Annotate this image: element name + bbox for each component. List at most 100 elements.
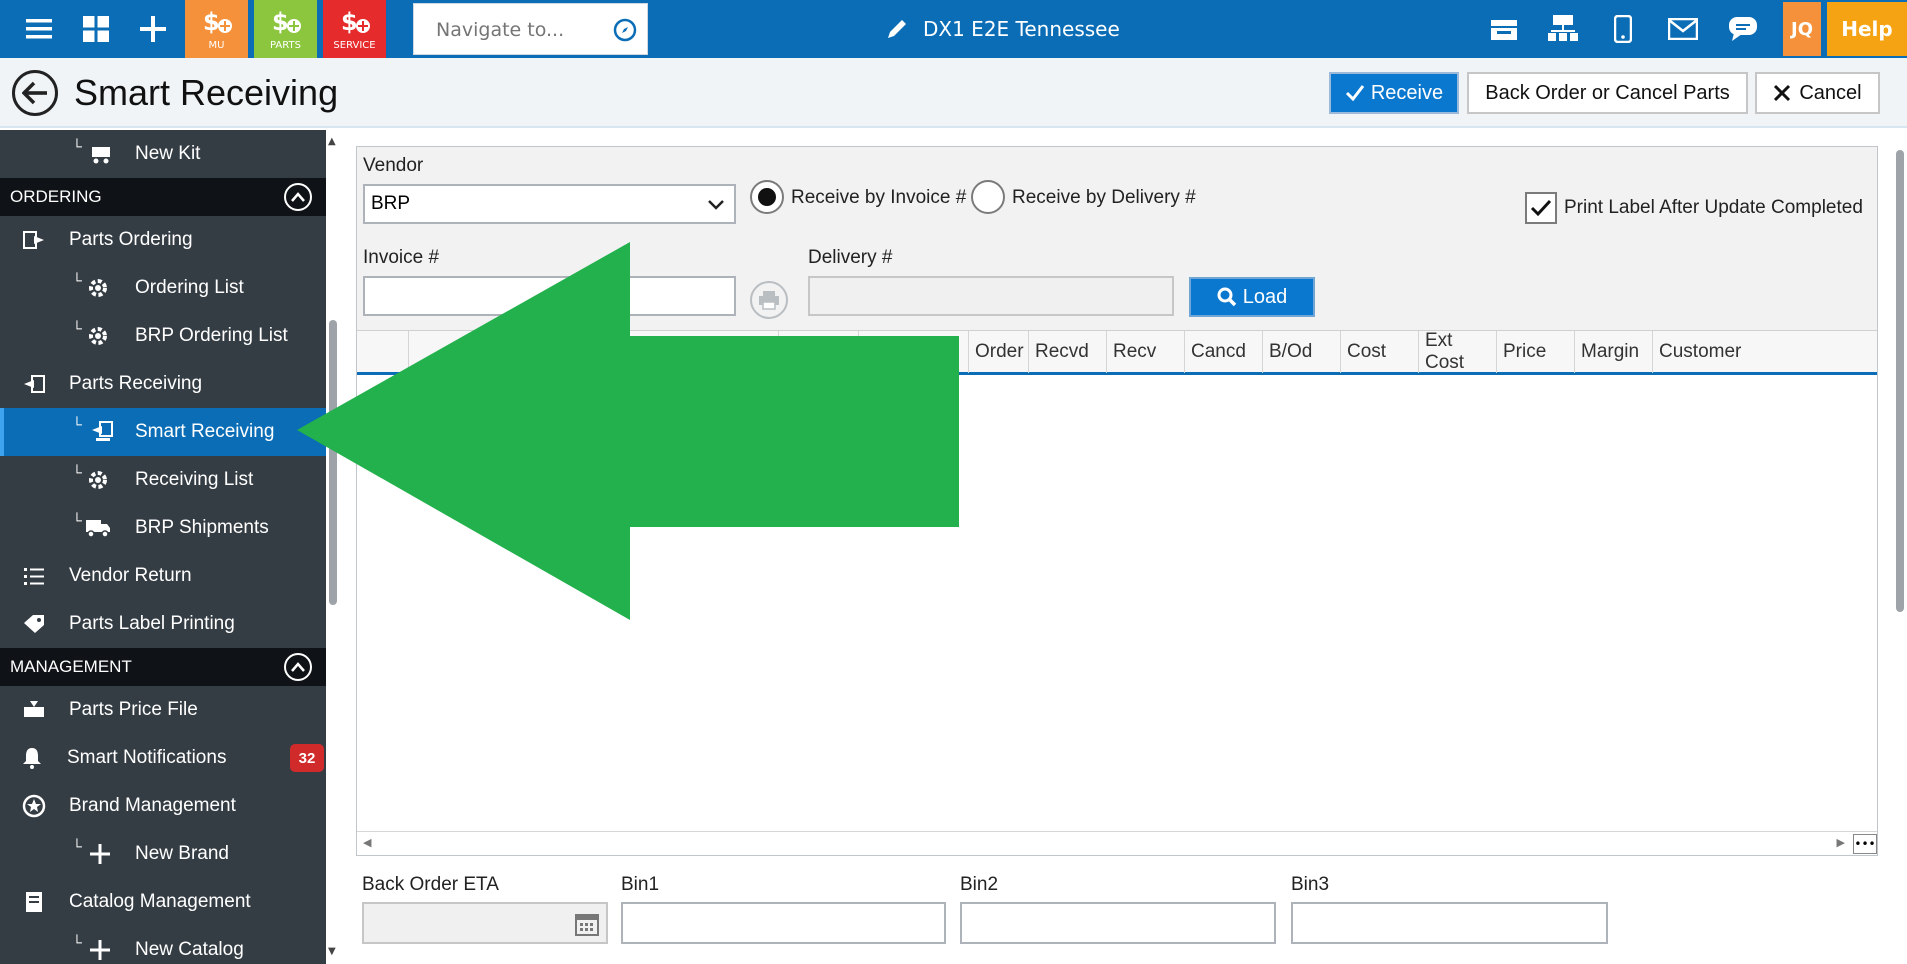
- chevron-up-icon[interactable]: [284, 183, 312, 211]
- back-order-eta-input[interactable]: [362, 902, 608, 944]
- bin2-input[interactable]: [960, 902, 1276, 944]
- column-header-order[interactable]: Order: [968, 331, 1028, 373]
- store-name: DX1 E2E Tennessee: [923, 17, 1120, 41]
- bin3-input[interactable]: [1291, 902, 1608, 944]
- kit-cart-icon: [88, 140, 116, 168]
- navigate-search[interactable]: [413, 3, 648, 55]
- compass-icon[interactable]: [613, 18, 637, 42]
- mobile-phone-icon[interactable]: [1593, 0, 1653, 58]
- cancel-button[interactable]: Cancel: [1755, 72, 1880, 114]
- check-icon: [1345, 85, 1365, 102]
- column-header-ext-cost[interactable]: Ext Cost: [1418, 330, 1496, 373]
- page-title: Smart Receiving: [74, 72, 339, 113]
- add-icon[interactable]: [124, 0, 182, 58]
- column-header-recv[interactable]: Recv: [1106, 331, 1184, 373]
- sidebar-scrollbar[interactable]: [329, 320, 337, 605]
- sidebar-item-ordering-list[interactable]: └ Ordering List: [0, 264, 326, 312]
- sidebar-item-label: New Catalog: [135, 939, 244, 960]
- column-header[interactable]: [778, 331, 858, 373]
- sidebar-item-label: New Kit: [135, 143, 201, 164]
- sidebar-item-catalog-management[interactable]: Catalog Management: [0, 878, 326, 926]
- gear-icon: [84, 466, 112, 494]
- receive-label: Receive: [1370, 81, 1444, 104]
- column-header-status[interactable]: Status: [858, 331, 968, 373]
- receive-button[interactable]: Receive: [1329, 72, 1459, 114]
- sidebar-item-smart-receiving[interactable]: └ Smart Receiving: [0, 408, 326, 456]
- column-header-recvd[interactable]: Recvd: [1028, 331, 1106, 373]
- network-icon[interactable]: [1533, 0, 1593, 58]
- sidebar-item-parts-label-printing[interactable]: Parts Label Printing: [0, 600, 326, 648]
- tree-branch-icon: └: [72, 934, 82, 950]
- parts-app-button[interactable]: $ PARTS: [254, 0, 317, 58]
- receive-by-invoice-radio[interactable]: [750, 180, 784, 214]
- pencil-icon: [888, 20, 906, 38]
- delivery-input[interactable]: [808, 276, 1174, 316]
- more-options-icon[interactable]: •••: [1853, 834, 1877, 854]
- sidebar-item-parts-price-file[interactable]: Parts Price File: [0, 686, 326, 734]
- cash-register-icon[interactable]: [1474, 0, 1534, 58]
- load-button[interactable]: Load: [1189, 277, 1315, 317]
- column-header-cancd[interactable]: Cancd: [1184, 331, 1262, 373]
- sidebar-item-parts-receiving[interactable]: Parts Receiving: [0, 360, 326, 408]
- receiving-form: Vendor BRP Receive by Invoice # Receive …: [357, 147, 1877, 330]
- sidebar-item-receiving-list[interactable]: └ Receiving List: [0, 456, 326, 504]
- bell-icon: [18, 744, 46, 772]
- list-check-icon: [20, 562, 48, 590]
- chevron-up-icon[interactable]: [284, 653, 312, 681]
- scroll-right-icon[interactable]: ▶: [1837, 836, 1845, 849]
- ordering-section-header[interactable]: ORDERING: [0, 178, 326, 216]
- sidebar-scroll-down-icon[interactable]: ▼: [328, 946, 336, 957]
- print-button[interactable]: [750, 281, 788, 319]
- back-order-eta-label: Back Order ETA: [362, 874, 499, 895]
- bin1-input[interactable]: [621, 902, 946, 944]
- sidebar-scroll-up-icon[interactable]: ▲: [328, 136, 336, 147]
- sidebar-item-new-catalog[interactable]: └ New Catalog: [0, 926, 326, 964]
- tree-branch-icon: └: [72, 838, 82, 854]
- back-order-cancel-button[interactable]: Back Order or Cancel Parts: [1467, 72, 1748, 114]
- bin1-label: Bin1: [621, 874, 660, 895]
- dashboard-grid-icon[interactable]: [67, 0, 125, 58]
- main-vertical-scrollbar[interactable]: [1896, 150, 1904, 612]
- sidebar-item-smart-notifications[interactable]: Smart Notifications 32: [0, 734, 326, 782]
- price-file-icon: [20, 696, 48, 724]
- sidebar-item-label: Parts Receiving: [69, 373, 203, 394]
- store-selector[interactable]: DX1 E2E Tennessee: [885, 0, 1120, 58]
- dollar-plus-icon: $: [203, 8, 232, 36]
- sidebar-item-vendor-return[interactable]: Vendor Return: [0, 552, 326, 600]
- sidebar-item-brand-management[interactable]: Brand Management: [0, 782, 326, 830]
- navigate-input[interactable]: [436, 18, 606, 42]
- column-header-cost[interactable]: Cost: [1340, 331, 1418, 373]
- column-header[interactable]: [568, 331, 778, 373]
- column-header-price[interactable]: Price: [1496, 331, 1574, 373]
- help-button[interactable]: Help: [1827, 2, 1907, 56]
- back-button[interactable]: [12, 70, 58, 116]
- print-label-checkbox[interactable]: [1525, 192, 1557, 224]
- parts-ordering-icon: [20, 226, 48, 254]
- management-section-header[interactable]: MANAGEMENT: [0, 648, 326, 686]
- column-header[interactable]: [357, 331, 408, 373]
- vendor-select[interactable]: BRP: [363, 184, 736, 224]
- calendar-icon[interactable]: [574, 911, 600, 937]
- mu-app-button[interactable]: $ MU: [185, 0, 248, 58]
- sidebar-item-parts-ordering[interactable]: Parts Ordering: [0, 216, 326, 264]
- grid-horizontal-scrollbar[interactable]: ◀ ▶ •••: [357, 831, 1877, 855]
- mail-icon[interactable]: [1653, 0, 1713, 58]
- plus-icon: [86, 840, 114, 868]
- chat-icon[interactable]: [1713, 0, 1773, 58]
- receive-by-delivery-radio[interactable]: [971, 180, 1005, 214]
- scroll-left-icon[interactable]: ◀: [363, 836, 371, 849]
- sidebar-item-new-kit[interactable]: └ New Kit: [0, 130, 326, 178]
- column-header[interactable]: [408, 331, 568, 373]
- menu-icon[interactable]: [10, 0, 68, 58]
- sidebar-item-label: Smart Receiving: [135, 421, 275, 442]
- user-avatar[interactable]: JQ: [1783, 2, 1821, 56]
- invoice-input[interactable]: [363, 276, 736, 316]
- sidebar-item-brp-shipments[interactable]: └ BRP Shipments: [0, 504, 326, 552]
- catalog-book-icon: [20, 888, 48, 916]
- column-header-customer[interactable]: Customer: [1652, 331, 1877, 373]
- service-app-button[interactable]: $ SERVICE: [323, 0, 386, 58]
- sidebar-item-brp-ordering-list[interactable]: └ BRP Ordering List: [0, 312, 326, 360]
- column-header-margin[interactable]: Margin: [1574, 331, 1652, 373]
- sidebar-item-new-brand[interactable]: └ New Brand: [0, 830, 326, 878]
- column-header-bod[interactable]: B/Od: [1262, 331, 1340, 373]
